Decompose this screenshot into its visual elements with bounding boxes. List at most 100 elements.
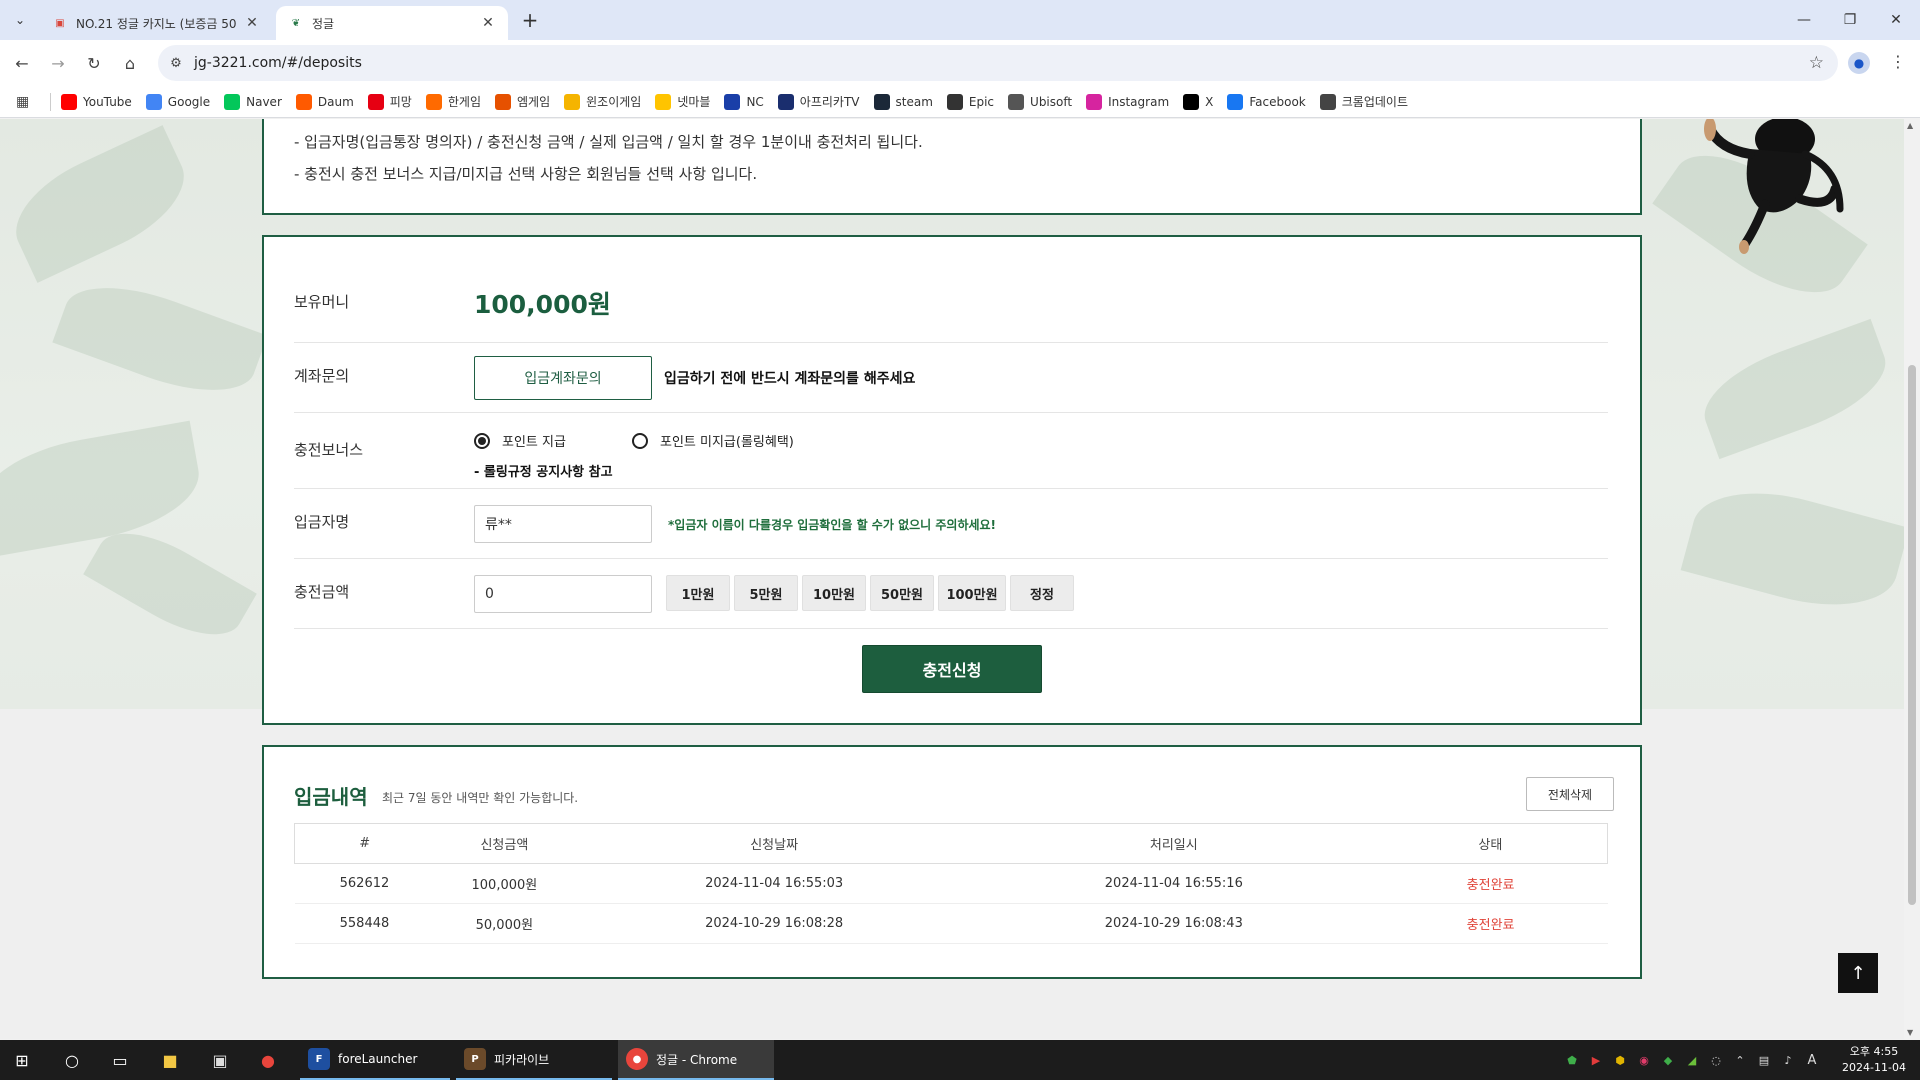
bonus-option-pay[interactable]: 포인트 지급 [474, 431, 566, 450]
column-header: 처리일시 [973, 823, 1374, 864]
restore-window-button[interactable]: ❐ [1824, 0, 1876, 40]
bookmark-daum[interactable]: Daum [295, 93, 354, 110]
charge-bonus-label: 충전보너스 [294, 441, 364, 459]
app-tray-icon[interactable]: ◉ [1636, 1052, 1652, 1068]
volume-icon[interactable]: ♪ [1780, 1052, 1796, 1068]
taskbar-app-pikalive[interactable]: P 피카라이브 [456, 1040, 612, 1080]
processed-date: 2024-10-29 16:08:43 [973, 903, 1374, 944]
page-scrollbar[interactable]: ▲ ▼ [1904, 119, 1920, 1039]
ethernet-icon[interactable]: ▤ [1756, 1052, 1772, 1068]
balance-value: 100,000원 [474, 290, 611, 319]
network-tray-icon[interactable]: ◆ [1660, 1052, 1676, 1068]
amount-1m-button[interactable]: 100만원 [938, 575, 1006, 611]
new-tab-button[interactable]: + [518, 8, 542, 32]
bookmark-nc[interactable]: NC [724, 93, 764, 110]
radio-unselected-icon[interactable] [632, 432, 648, 449]
amount-500k-button[interactable]: 50만원 [870, 575, 934, 611]
taskbar-app-forelauncher[interactable]: F foreLauncher [300, 1040, 450, 1080]
bonus-option-label: 포인트 지급 [502, 435, 566, 450]
browser-tab-jungle[interactable]: ❦ 정글 ✕ [276, 6, 508, 40]
bookmark-facebook[interactable]: Facebook [1227, 93, 1306, 110]
security-tray-icon[interactable]: ⬟ [1564, 1052, 1580, 1068]
bookmark-epic[interactable]: Epic [946, 93, 994, 110]
back-arrow-icon[interactable]: ← [10, 51, 34, 75]
store-icon[interactable]: ▣ [208, 1048, 232, 1072]
windows-start-icon[interactable]: ⊞ [10, 1048, 34, 1072]
tray-overflow-icon[interactable]: ⌃ [1732, 1052, 1748, 1068]
windows-taskbar: ⊞ ○ ▭ ■ ▣ ● F foreLauncher P 피카라이브 ● 정글 … [0, 1040, 1920, 1080]
site-info-icon[interactable]: ⚙ [158, 56, 194, 71]
youtube-icon [61, 93, 77, 110]
history-subtitle: 최근 7일 동안 내역만 확인 가능합니다. [382, 791, 579, 805]
address-url[interactable]: jg-3221.com/#/deposits [194, 55, 362, 71]
bookmark-hangame[interactable]: 한게임 [425, 93, 481, 110]
chrome-icon: ● [626, 1048, 648, 1070]
scroll-to-top-button[interactable]: ↑ [1838, 953, 1878, 993]
bookmark-pmang[interactable]: 피망 [367, 93, 412, 110]
search-icon[interactable]: ○ [60, 1048, 84, 1072]
gpu-tray-icon[interactable]: ◢ [1684, 1052, 1700, 1068]
request-date: 2024-11-04 16:55:03 [574, 863, 974, 904]
shield-tray-icon[interactable]: ⬢ [1612, 1052, 1628, 1068]
tab-favicon-icon: ❦ [291, 17, 301, 29]
bookmark-netmarble[interactable]: 넷마블 [655, 93, 710, 110]
bookmark-ubisoft[interactable]: Ubisoft [1008, 93, 1072, 110]
address-bar[interactable]: ⚙ jg-3221.com/#/deposits ☆ [158, 45, 1838, 81]
amount-100k-button[interactable]: 10만원 [802, 575, 866, 611]
close-window-button[interactable]: ✕ [1870, 0, 1920, 40]
bookmark-label: YouTube [83, 94, 132, 109]
bonus-option-nopay[interactable]: 포인트 미지급(롤링혜택) [632, 431, 794, 450]
scroll-down-arrow-icon[interactable]: ▼ [1907, 1028, 1913, 1037]
home-icon[interactable]: ⌂ [118, 51, 142, 75]
bookmark-label: Facebook [1249, 94, 1306, 109]
bookmark-mgame[interactable]: 엠게임 [494, 93, 550, 110]
depositor-name-field[interactable]: 류** [474, 505, 652, 543]
input-method-icon[interactable]: A [1804, 1052, 1820, 1068]
bookmark-afreecatv[interactable]: 아프리카TV [777, 93, 860, 110]
account-inquiry-button[interactable]: 입금계좌문의 [474, 356, 652, 400]
media-tray-icon[interactable]: ▶ [1588, 1052, 1604, 1068]
radio-selected-icon[interactable] [474, 432, 490, 449]
charge-submit-button[interactable]: 충전신청 [862, 645, 1042, 693]
close-tab-icon[interactable]: ✕ [480, 15, 496, 31]
delete-all-button[interactable]: 전체삭제 [1526, 777, 1614, 811]
apps-grid-icon[interactable]: ▦ [16, 94, 36, 110]
bookmark-instagram[interactable]: Instagram [1086, 93, 1170, 110]
close-tab-icon[interactable]: ✕ [244, 15, 260, 31]
scrollbar-thumb[interactable] [1908, 365, 1916, 905]
cloud-tray-icon[interactable]: ◌ [1708, 1052, 1724, 1068]
forward-arrow-icon[interactable]: → [46, 51, 70, 75]
bookmark-naver[interactable]: Naver [224, 93, 282, 110]
chrome-icon[interactable]: ● [256, 1048, 280, 1072]
bookmark-youtube[interactable]: YouTube [61, 93, 132, 110]
bookmark-label: Instagram [1108, 94, 1170, 109]
minimize-window-button[interactable]: — [1778, 0, 1830, 40]
bookmark-gear[interactable]: 크롬업데이트 [1319, 93, 1408, 110]
amount-50k-button[interactable]: 5만원 [734, 575, 798, 611]
taskbar-app-chrome[interactable]: ● 정글 - Chrome [618, 1040, 774, 1080]
reload-icon[interactable]: ↻ [82, 51, 106, 75]
scroll-up-arrow-icon[interactable]: ▲ [1907, 121, 1913, 130]
balance-row: 보유머니 100,000원 [294, 257, 1608, 343]
tab-search-button[interactable]: ⌄ [8, 8, 32, 32]
charge-amount-field[interactable]: 0 [474, 575, 652, 613]
bookmark-winjoy[interactable]: 윈조이게임 [564, 93, 641, 110]
task-view-icon[interactable]: ▭ [108, 1048, 132, 1072]
pikalive-icon: P [464, 1048, 486, 1070]
amount-10k-button[interactable]: 1만원 [666, 575, 730, 611]
amount-reset-button[interactable]: 정정 [1010, 575, 1074, 611]
browser-tab-casino[interactable]: ▣ NO.21 정글 카지노 (보증금 50 ✕ [40, 6, 272, 40]
bookmark-steam[interactable]: steam [873, 93, 933, 110]
browser-menu-icon[interactable]: ⋮ [1890, 52, 1906, 71]
facebook-icon [1227, 93, 1244, 110]
file-explorer-icon[interactable]: ■ [158, 1048, 182, 1072]
deposit-history-panel: 입금내역 최근 7일 동안 내역만 확인 가능합니다. 전체삭제 # 신청금액 … [262, 745, 1642, 979]
bookmark-x[interactable]: X [1183, 93, 1213, 110]
taskbar-clock[interactable]: 오후 4:55 2024-11-04 [1836, 1044, 1912, 1076]
column-header: # [294, 823, 435, 864]
charge-amount-row: 충전금액 0 1만원 5만원 10만원 50만원 100만원 정정 [294, 559, 1608, 629]
profile-avatar-icon[interactable]: ● [1848, 52, 1870, 74]
bookmark-google[interactable]: Google [145, 93, 210, 110]
bookmark-star-icon[interactable]: ☆ [1809, 53, 1824, 73]
bookmark-label: 넷마블 [677, 95, 711, 109]
